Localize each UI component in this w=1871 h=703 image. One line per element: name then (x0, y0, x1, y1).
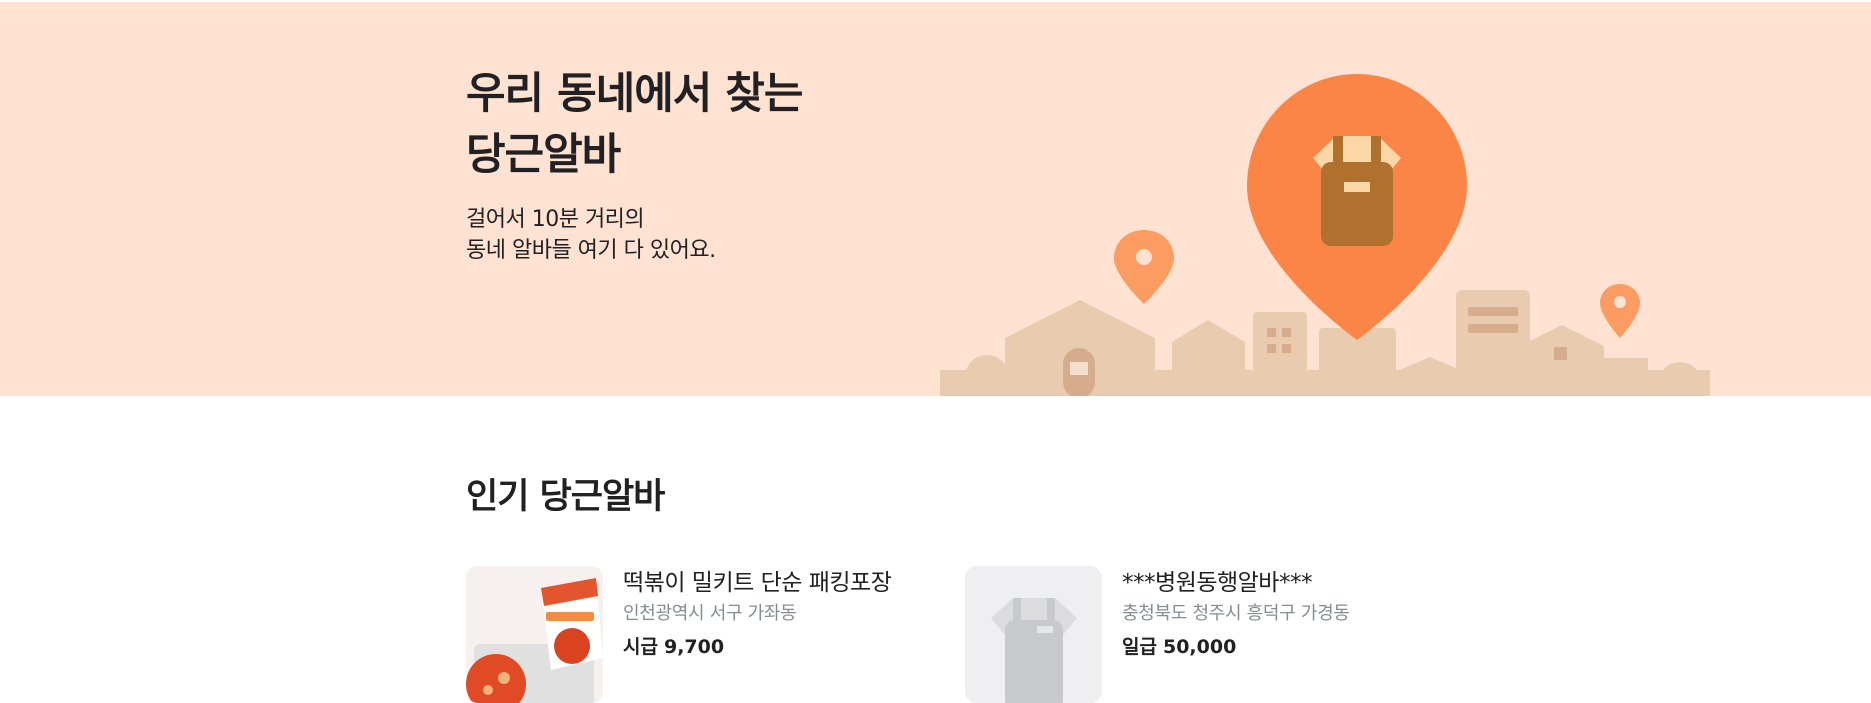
pay-type: 시급 (623, 636, 658, 658)
job-location: 인천광역시 서구 가좌동 (623, 603, 797, 624)
job-location: 충청북도 청주시 흥덕구 가경동 (1122, 603, 1350, 624)
hero-title: 우리 동네에서 찾는 당근알바 (466, 64, 803, 186)
hero-text: 우리 동네에서 찾는 당근알바 걸어서 10분 거리의 동네 알바들 여기 다 … (466, 64, 803, 266)
popular-jobs-section: 인기 당근알바 (466, 468, 665, 519)
job-title[interactable]: 떡볶이 밀키트 단순 패킹포장 (623, 568, 892, 598)
job-thumbnail (466, 566, 603, 703)
hero-subtitle-line2: 동네 알바들 여기 다 있어요. (466, 238, 716, 263)
hero-subtitle: 걸어서 10분 거리의 동네 알바들 여기 다 있어요. (466, 204, 802, 266)
section-title: 인기 당근알바 (466, 477, 665, 517)
pay-amount: 50,000 (1162, 636, 1237, 658)
hero-title-line2: 당근알바 (466, 130, 621, 180)
job-pay: 시급 9,700 (623, 633, 891, 661)
job-pay: 일급 50,000 (1122, 633, 1350, 661)
town-illustration (940, 74, 1710, 396)
small-location-pin-icon (1114, 230, 1174, 304)
job-card-body: 떡볶이 밀키트 단순 패킹포장 인천광역시 서구 가좌동 시급 9,700 (623, 568, 892, 661)
job-card-body: ***병원동행알바*** 충청북도 청주시 흥덕구 가경동 일급 50,000 (1122, 568, 1350, 661)
tteokbokki-product-photo (466, 566, 603, 703)
job-thumbnail (965, 566, 1102, 703)
small-location-pin-icon (1600, 284, 1640, 338)
pay-type: 일급 (1122, 636, 1157, 658)
job-location-pin-icon (1247, 74, 1467, 340)
apron-placeholder-icon (965, 566, 1102, 703)
pay-amount: 9,700 (663, 636, 725, 658)
apron-icon (1313, 136, 1401, 246)
hero-banner: 우리 동네에서 찾는 당근알바 걸어서 10분 거리의 동네 알바들 여기 다 … (0, 2, 1871, 396)
job-title[interactable]: ***병원동행알바*** (1122, 568, 1350, 598)
hero-subtitle-line1: 걸어서 10분 거리의 (466, 207, 645, 232)
hero-title-line1: 우리 동네에서 찾는 (466, 69, 803, 119)
